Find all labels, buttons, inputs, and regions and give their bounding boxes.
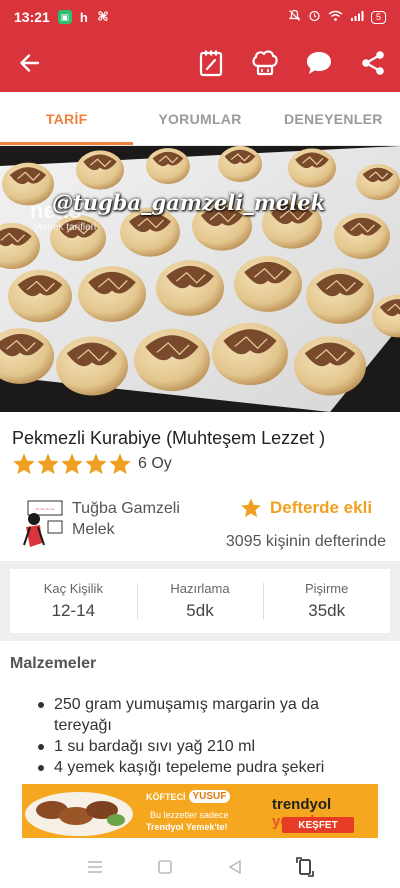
ad-tagline-bold: Trendyol Yemek'te! (146, 822, 228, 832)
wifi-icon (328, 10, 343, 25)
recipe-photo[interactable]: nefis yemek tarifleri @tugba_gamzeli_mel… (0, 146, 400, 412)
recipe-info-card: Kaç Kişilik 12-14 Hazırlama 5dk Pişirme … (10, 569, 390, 633)
servings-value: 12-14 (51, 601, 96, 620)
menu-icon (88, 861, 102, 873)
servings-cell: Kaç Kişilik 12-14 (10, 569, 137, 633)
cook-time-value: 35dk (308, 601, 346, 620)
status-time: 13:21 (14, 9, 50, 25)
ad-food-image (25, 792, 133, 836)
ad-cta-button[interactable]: KEŞFET (282, 817, 354, 833)
prep-time-value: 5dk (186, 601, 214, 620)
tab-bar: TARİF YORUMLAR DENEYENLER (0, 92, 400, 146)
comment-icon (307, 52, 331, 74)
author-avatar[interactable]: ~~~~ (14, 497, 66, 549)
nav-back-button[interactable] (215, 851, 255, 883)
ad-platform: trendyol (272, 796, 332, 813)
ad-brand: KÖFTECİ YUSUF (146, 790, 231, 803)
cookies-photo (0, 146, 400, 412)
notebook-button[interactable] (184, 34, 238, 92)
star-icon (109, 453, 131, 474)
tab-tarif[interactable]: TARİF (0, 92, 134, 145)
share-button[interactable] (346, 34, 400, 92)
signal-icon (350, 10, 364, 25)
star-icon (241, 498, 261, 518)
prep-time-cell: Hazırlama 5dk (136, 569, 264, 633)
ingredient-item: 250 gram yumuşamış margarin ya da tereya… (38, 694, 378, 736)
ingredients-title: Malzemeler (10, 655, 97, 672)
nav-rotate-button[interactable] (285, 851, 325, 883)
star-icon (13, 453, 35, 474)
notebook-status-label: Defterde ekli (270, 498, 373, 517)
mute-icon (288, 9, 301, 25)
rating-stars[interactable]: 6 Oy (12, 452, 172, 476)
comment-button[interactable] (292, 34, 346, 92)
vote-count: 6 Oy (138, 455, 172, 472)
back-arrow-icon (20, 54, 40, 72)
battery-indicator: 5 (370, 10, 386, 24)
chef-hat-icon (252, 50, 278, 76)
notebook-icon (199, 50, 223, 77)
fan-notification-icon (96, 9, 110, 26)
nav-menu-button[interactable] (75, 851, 115, 883)
photo-watermark: @tugba_gamzeli_melek (52, 190, 326, 215)
ad-brand-name: YUSUF (188, 790, 231, 803)
tab-deneyenler[interactable]: DENEYENLER (267, 92, 400, 145)
star-icon (85, 453, 107, 474)
cook-time-cell: Pişirme 35dk (263, 569, 390, 633)
ingredient-item: 1 su bardağı sıvı yağ 210 ml (38, 736, 378, 757)
nav-home-button[interactable] (145, 851, 185, 883)
h-notification-icon: h (79, 9, 88, 25)
system-nav-bar (0, 846, 400, 888)
nefis-logo-subtitle: yemek tarifleri (34, 222, 97, 233)
star-icon (37, 453, 59, 474)
home-square-icon (158, 860, 172, 874)
recipe-title: Pekmezli Kurabiye (Muhteşem Lezzet ) (12, 428, 326, 448)
star-icon (61, 453, 83, 474)
chef-button[interactable] (238, 34, 292, 92)
author-name[interactable]: Tuğba Gamzeli Melek (72, 498, 212, 540)
recipe-info-strip: Kaç Kişilik 12-14 Hazırlama 5dk Pişirme … (0, 561, 400, 641)
prep-time-label: Hazırlama (170, 581, 230, 596)
notebook-status-button[interactable]: Defterde ekli (240, 497, 372, 519)
cook-time-label: Pişirme (305, 581, 349, 596)
alarm-icon (308, 9, 321, 25)
app-notification-icon: ▣ (57, 10, 72, 24)
share-icon (362, 51, 384, 75)
back-button[interactable] (0, 34, 60, 92)
ad-brand-prefix: KÖFTECİ (146, 791, 186, 802)
notebook-count: 3095 kişinin defterinde (225, 533, 386, 550)
rotate-icon (296, 857, 314, 877)
star-group (12, 452, 132, 476)
app-bar (0, 34, 400, 92)
ingredient-item: 4 yemek kaşığı tepeleme pudra şekeri (38, 757, 378, 778)
status-bar: 13:21 ▣ h 5 (0, 0, 400, 34)
svg-text:~~~~: ~~~~ (35, 506, 55, 513)
ad-banner[interactable]: KÖFTECİ YUSUF Bu lezzetler sadece Trendy… (22, 784, 378, 838)
tab-yorumlar[interactable]: YORUMLAR (133, 92, 266, 145)
ad-tagline: Bu lezzetler sadece (150, 810, 229, 820)
back-triangle-icon (229, 860, 241, 874)
ingredients-list: 250 gram yumuşamış margarin ya da tereya… (38, 694, 378, 778)
servings-label: Kaç Kişilik (43, 581, 103, 596)
